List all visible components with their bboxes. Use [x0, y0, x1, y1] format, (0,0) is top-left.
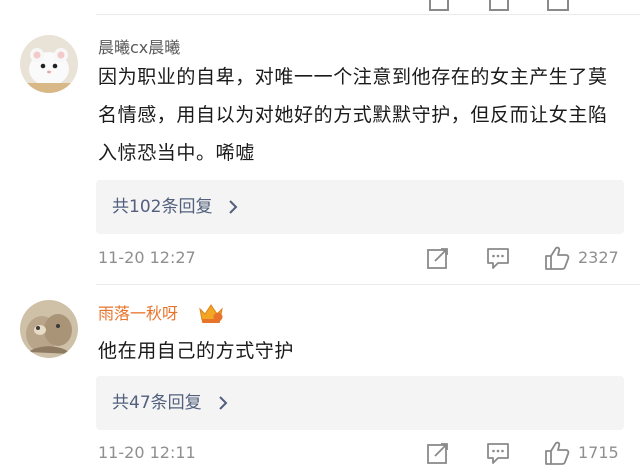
chevron-right-icon — [219, 396, 228, 410]
view-replies-button[interactable]: 共47条回复 — [96, 376, 624, 430]
user-avatar[interactable] — [20, 35, 78, 93]
share-icon[interactable] — [426, 246, 450, 270]
share-icon[interactable] — [428, 0, 450, 12]
crown-vip-icon — [199, 304, 223, 323]
comment-icon[interactable] — [488, 0, 510, 12]
comment-icon[interactable] — [486, 246, 510, 270]
like-icon[interactable] — [544, 441, 570, 465]
replies-count-label: 共47条回复 — [112, 393, 202, 413]
comment-meta-row: 11-20 12:11 1715 — [98, 441, 628, 465]
divider — [96, 284, 640, 285]
divider — [96, 14, 640, 15]
like-icon[interactable] — [544, 246, 570, 270]
chevron-right-icon — [229, 200, 238, 214]
comment-text: 因为职业的自卑，对唯一一个注意到他存在的女主产生了莫名情感，用自以为对她好的方式… — [98, 66, 608, 164]
comment-meta-row: 11-20 12:27 2327 — [98, 246, 628, 270]
like-count: 1715 — [578, 443, 619, 462]
like-icon[interactable] — [546, 0, 570, 12]
username[interactable]: 雨落一秋呀 — [98, 304, 178, 324]
comment-icon[interactable] — [486, 441, 510, 465]
replies-count-label: 共102条回复 — [112, 197, 213, 217]
username[interactable]: 晨曦cx晨曦 — [98, 38, 180, 58]
timestamp: 11-20 12:27 — [98, 248, 196, 267]
hamster-avatar-icon — [20, 35, 78, 93]
timestamp: 11-20 12:11 — [98, 443, 196, 462]
kitten-avatar-icon — [20, 300, 78, 358]
comment-text: 他在用自己的方式守护 — [98, 340, 295, 362]
view-replies-button[interactable]: 共102条回复 — [96, 180, 624, 234]
previous-comment-actions — [96, 0, 640, 14]
like-count: 2327 — [578, 248, 619, 267]
share-icon[interactable] — [426, 441, 450, 465]
user-avatar[interactable] — [20, 300, 78, 358]
